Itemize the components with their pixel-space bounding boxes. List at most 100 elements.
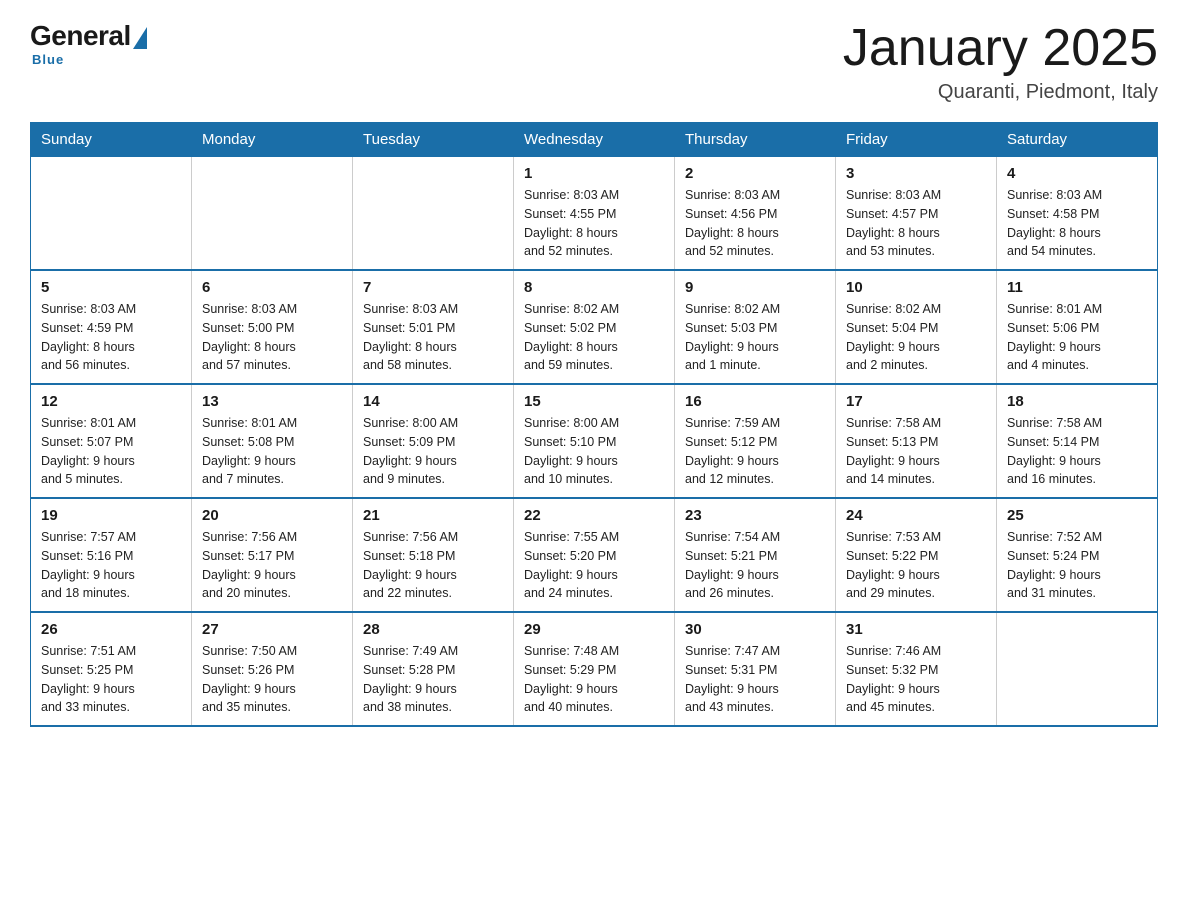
day-number: 16 <box>685 393 825 410</box>
calendar-cell: 10 Sunrise: 8:02 AM Sunset: 5:04 PM Dayli… <box>836 270 997 384</box>
day-number: 5 <box>41 279 181 296</box>
day-header-saturday: Saturday <box>997 123 1158 157</box>
day-number: 2 <box>685 165 825 182</box>
calendar-cell: 7 Sunrise: 8:03 AM Sunset: 5:01 PM Daylig… <box>353 270 514 384</box>
calendar-cell: 27Sunrise: 7:50 AM Sunset: 5:26 PM Dayli… <box>192 612 353 726</box>
calendar-cell: 23 Sunrise: 7:54 AM Sunset: 5:21 PM Dayli… <box>675 498 836 612</box>
calendar-cell: 2 Sunrise: 8:03 AM Sunset: 4:56 PM Daylig… <box>675 157 836 271</box>
calendar-cell: 11 Sunrise: 8:01 AM Sunset: 5:06 PM Dayli… <box>997 270 1158 384</box>
calendar-cell: 21 Sunrise: 7:56 AM Sunset: 5:18 PM Dayli… <box>353 498 514 612</box>
day-info: Sunrise: 8:01 AM Sunset: 5:07 PM Dayligh… <box>41 414 181 489</box>
day-number: 19 <box>41 507 181 524</box>
day-info: Sunrise: 7:47 AM Sunset: 5:31 PM Dayligh… <box>685 642 825 717</box>
day-number: 6 <box>202 279 342 296</box>
calendar-cell: 14Sunrise: 8:00 AM Sunset: 5:09 PM Dayli… <box>353 384 514 498</box>
day-number: 26 <box>41 621 181 638</box>
calendar-cell: 30Sunrise: 7:47 AM Sunset: 5:31 PM Dayli… <box>675 612 836 726</box>
day-number: 21 <box>363 507 503 524</box>
day-info: Sunrise: 8:00 AM Sunset: 5:10 PM Dayligh… <box>524 414 664 489</box>
day-number: 4 <box>1007 165 1147 182</box>
logo-general-text: General <box>30 20 131 52</box>
week-row-5: 26Sunrise: 7:51 AM Sunset: 5:25 PM Dayli… <box>31 612 1158 726</box>
day-number: 13 <box>202 393 342 410</box>
day-number: 11 <box>1007 279 1147 296</box>
day-number: 12 <box>41 393 181 410</box>
page-header: General Blue January 2025 Quaranti, Pied… <box>30 20 1158 104</box>
calendar-cell: 25 Sunrise: 7:52 AM Sunset: 5:24 PM Dayli… <box>997 498 1158 612</box>
logo-triangle-icon <box>133 27 147 49</box>
calendar-cell: 22Sunrise: 7:55 AM Sunset: 5:20 PM Dayli… <box>514 498 675 612</box>
calendar-cell: 31Sunrise: 7:46 AM Sunset: 5:32 PM Dayli… <box>836 612 997 726</box>
day-number: 9 <box>685 279 825 296</box>
title-block: January 2025 Quaranti, Piedmont, Italy <box>843 20 1158 104</box>
calendar-cell: 4 Sunrise: 8:03 AM Sunset: 4:58 PM Daylig… <box>997 157 1158 271</box>
calendar-cell: 19Sunrise: 7:57 AM Sunset: 5:16 PM Dayli… <box>31 498 192 612</box>
day-info: Sunrise: 8:03 AM Sunset: 5:00 PM Dayligh… <box>202 300 342 375</box>
calendar-cell: 5 Sunrise: 8:03 AM Sunset: 4:59 PM Daylig… <box>31 270 192 384</box>
calendar-cell: 12 Sunrise: 8:01 AM Sunset: 5:07 PM Dayli… <box>31 384 192 498</box>
calendar-cell: 1 Sunrise: 8:03 AM Sunset: 4:55 PM Daylig… <box>514 157 675 271</box>
calendar-cell <box>353 157 514 271</box>
calendar-header-row: SundayMondayTuesdayWednesdayThursdayFrid… <box>31 123 1158 157</box>
calendar-cell: 6 Sunrise: 8:03 AM Sunset: 5:00 PM Daylig… <box>192 270 353 384</box>
calendar-cell <box>192 157 353 271</box>
day-info: Sunrise: 7:59 AM Sunset: 5:12 PM Dayligh… <box>685 414 825 489</box>
calendar-cell: 8 Sunrise: 8:02 AM Sunset: 5:02 PM Daylig… <box>514 270 675 384</box>
day-number: 8 <box>524 279 664 296</box>
day-info: Sunrise: 8:02 AM Sunset: 5:04 PM Dayligh… <box>846 300 986 375</box>
day-info: Sunrise: 7:55 AM Sunset: 5:20 PM Dayligh… <box>524 528 664 603</box>
day-info: Sunrise: 7:52 AM Sunset: 5:24 PM Dayligh… <box>1007 528 1147 603</box>
calendar-cell: 18 Sunrise: 7:58 AM Sunset: 5:14 PM Dayli… <box>997 384 1158 498</box>
day-number: 28 <box>363 621 503 638</box>
day-header-monday: Monday <box>192 123 353 157</box>
day-number: 31 <box>846 621 986 638</box>
day-header-sunday: Sunday <box>31 123 192 157</box>
day-number: 10 <box>846 279 986 296</box>
day-header-friday: Friday <box>836 123 997 157</box>
day-info: Sunrise: 8:01 AM Sunset: 5:08 PM Dayligh… <box>202 414 342 489</box>
page-title: January 2025 <box>843 20 1158 77</box>
day-header-thursday: Thursday <box>675 123 836 157</box>
day-info: Sunrise: 8:03 AM Sunset: 4:56 PM Dayligh… <box>685 186 825 261</box>
day-info: Sunrise: 8:03 AM Sunset: 4:57 PM Dayligh… <box>846 186 986 261</box>
day-number: 1 <box>524 165 664 182</box>
calendar-cell: 28Sunrise: 7:49 AM Sunset: 5:28 PM Dayli… <box>353 612 514 726</box>
calendar-cell <box>997 612 1158 726</box>
day-info: Sunrise: 8:03 AM Sunset: 4:59 PM Dayligh… <box>41 300 181 375</box>
day-info: Sunrise: 8:02 AM Sunset: 5:02 PM Dayligh… <box>524 300 664 375</box>
day-info: Sunrise: 7:58 AM Sunset: 5:14 PM Dayligh… <box>1007 414 1147 489</box>
day-number: 23 <box>685 507 825 524</box>
calendar-cell: 26Sunrise: 7:51 AM Sunset: 5:25 PM Dayli… <box>31 612 192 726</box>
day-number: 14 <box>363 393 503 410</box>
calendar-cell: 3Sunrise: 8:03 AM Sunset: 4:57 PM Daylig… <box>836 157 997 271</box>
week-row-4: 19Sunrise: 7:57 AM Sunset: 5:16 PM Dayli… <box>31 498 1158 612</box>
calendar-cell <box>31 157 192 271</box>
week-row-3: 12 Sunrise: 8:01 AM Sunset: 5:07 PM Dayli… <box>31 384 1158 498</box>
calendar-cell: 16 Sunrise: 7:59 AM Sunset: 5:12 PM Dayli… <box>675 384 836 498</box>
day-number: 7 <box>363 279 503 296</box>
calendar-cell: 24Sunrise: 7:53 AM Sunset: 5:22 PM Dayli… <box>836 498 997 612</box>
day-info: Sunrise: 7:56 AM Sunset: 5:18 PM Dayligh… <box>363 528 503 603</box>
day-number: 18 <box>1007 393 1147 410</box>
calendar-cell: 9 Sunrise: 8:02 AM Sunset: 5:03 PM Daylig… <box>675 270 836 384</box>
location-subtitle: Quaranti, Piedmont, Italy <box>843 81 1158 104</box>
day-number: 29 <box>524 621 664 638</box>
day-info: Sunrise: 8:03 AM Sunset: 5:01 PM Dayligh… <box>363 300 503 375</box>
day-info: Sunrise: 8:01 AM Sunset: 5:06 PM Dayligh… <box>1007 300 1147 375</box>
day-info: Sunrise: 8:03 AM Sunset: 4:58 PM Dayligh… <box>1007 186 1147 261</box>
calendar-cell: 13 Sunrise: 8:01 AM Sunset: 5:08 PM Dayli… <box>192 384 353 498</box>
day-info: Sunrise: 8:03 AM Sunset: 4:55 PM Dayligh… <box>524 186 664 261</box>
calendar-cell: 29 Sunrise: 7:48 AM Sunset: 5:29 PM Dayli… <box>514 612 675 726</box>
calendar-cell: 20Sunrise: 7:56 AM Sunset: 5:17 PM Dayli… <box>192 498 353 612</box>
logo: General Blue <box>30 20 147 67</box>
week-row-1: 1 Sunrise: 8:03 AM Sunset: 4:55 PM Daylig… <box>31 157 1158 271</box>
calendar-cell: 15Sunrise: 8:00 AM Sunset: 5:10 PM Dayli… <box>514 384 675 498</box>
day-info: Sunrise: 7:56 AM Sunset: 5:17 PM Dayligh… <box>202 528 342 603</box>
day-info: Sunrise: 7:54 AM Sunset: 5:21 PM Dayligh… <box>685 528 825 603</box>
day-info: Sunrise: 8:02 AM Sunset: 5:03 PM Dayligh… <box>685 300 825 375</box>
calendar-table: SundayMondayTuesdayWednesdayThursdayFrid… <box>30 122 1158 727</box>
day-number: 27 <box>202 621 342 638</box>
day-info: Sunrise: 7:53 AM Sunset: 5:22 PM Dayligh… <box>846 528 986 603</box>
day-number: 25 <box>1007 507 1147 524</box>
day-info: Sunrise: 7:48 AM Sunset: 5:29 PM Dayligh… <box>524 642 664 717</box>
